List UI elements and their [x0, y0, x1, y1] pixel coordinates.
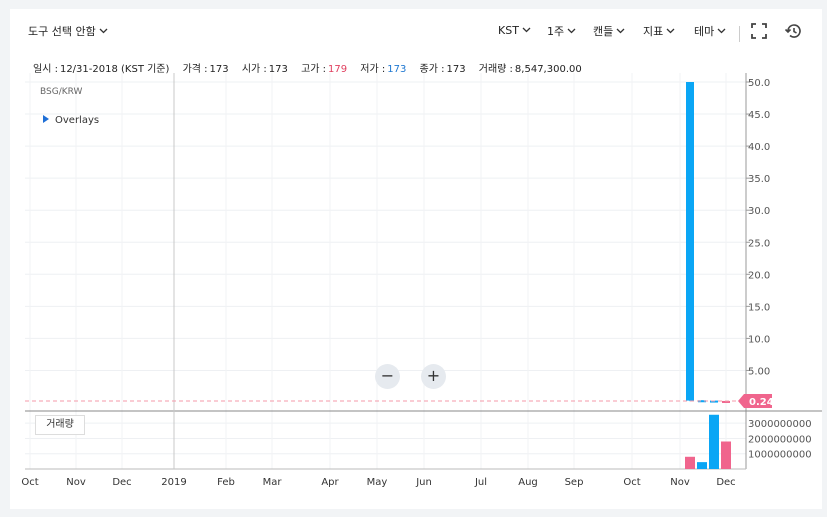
price-tick-label: 35.0	[748, 174, 770, 185]
price-tick-label: 45.0	[748, 110, 770, 121]
candle-body	[686, 82, 694, 401]
chart-grid	[25, 73, 746, 469]
time-tick-label: May	[367, 477, 388, 488]
time-tick-labels: Oct Nov Dec 2019 Feb Mar Apr May Jun Jul Aug Sep Oct…	[21, 477, 735, 488]
price-tick-label: 20.0	[748, 270, 770, 281]
symbol-label: BSG/KRW	[40, 87, 83, 97]
volume-bar	[697, 462, 707, 469]
caret-right-icon	[43, 115, 49, 123]
time-tick-label: Jul	[474, 477, 487, 488]
volume-tick-label: 2000000000	[748, 434, 812, 445]
time-tick-label: Nov	[670, 477, 690, 488]
volume-bar	[721, 441, 731, 469]
time-tick-label: Sep	[565, 477, 584, 488]
volume-bar	[685, 456, 695, 469]
volume-bar	[709, 414, 719, 469]
time-tick-label: Jun	[415, 477, 432, 488]
overlays-toggle: Overlays	[55, 115, 99, 126]
time-tick-label: 2019	[161, 477, 186, 488]
volume-tick-label: 1000000000	[748, 450, 812, 461]
price-tick-label: 10.0	[748, 334, 770, 345]
price-chart[interactable]: BSG/KRW Overlays 5.00 10.0 15.0 20.0 25.0 30.…	[10, 9, 822, 509]
price-tick-label: 25.0	[748, 238, 770, 249]
volume-pane-button[interactable]: 거래량	[35, 415, 85, 435]
price-tick-label: 50.0	[748, 78, 770, 89]
chart-panel: 도구 선택 안함 KST 1주 캔들 지표 테마 일시 :12/31-2018 …	[10, 9, 822, 509]
last-price-tag-text: 0.24	[749, 397, 774, 408]
zoom-in-button[interactable]: +	[421, 364, 446, 389]
last-price-tag: 0.24	[738, 393, 774, 408]
price-tick-label: 15.0	[748, 302, 770, 313]
time-tick-label: Oct	[623, 477, 640, 488]
time-tick-label: Dec	[112, 477, 131, 488]
volume-tick-labels: 1000000000 2000000000 3000000000	[748, 419, 812, 461]
volume-tick-label: 3000000000	[748, 419, 812, 430]
time-tick-label: Oct	[21, 477, 38, 488]
time-tick-label: Dec	[716, 477, 735, 488]
zoom-out-button[interactable]: −	[375, 364, 400, 389]
time-tick-label: Apr	[321, 477, 339, 488]
price-tick-label: 5.00	[748, 366, 770, 377]
price-tick-label: 40.0	[748, 142, 770, 153]
time-tick-label: Feb	[217, 477, 235, 488]
time-tick-label: Nov	[66, 477, 86, 488]
price-tick-label: 30.0	[748, 206, 770, 217]
time-tick-label: Aug	[518, 477, 538, 488]
price-tick-labels: 5.00 10.0 15.0 20.0 25.0 30.0 35.0 40.0 45.0 50.0	[746, 78, 770, 377]
time-tick-label: Mar	[263, 477, 283, 488]
